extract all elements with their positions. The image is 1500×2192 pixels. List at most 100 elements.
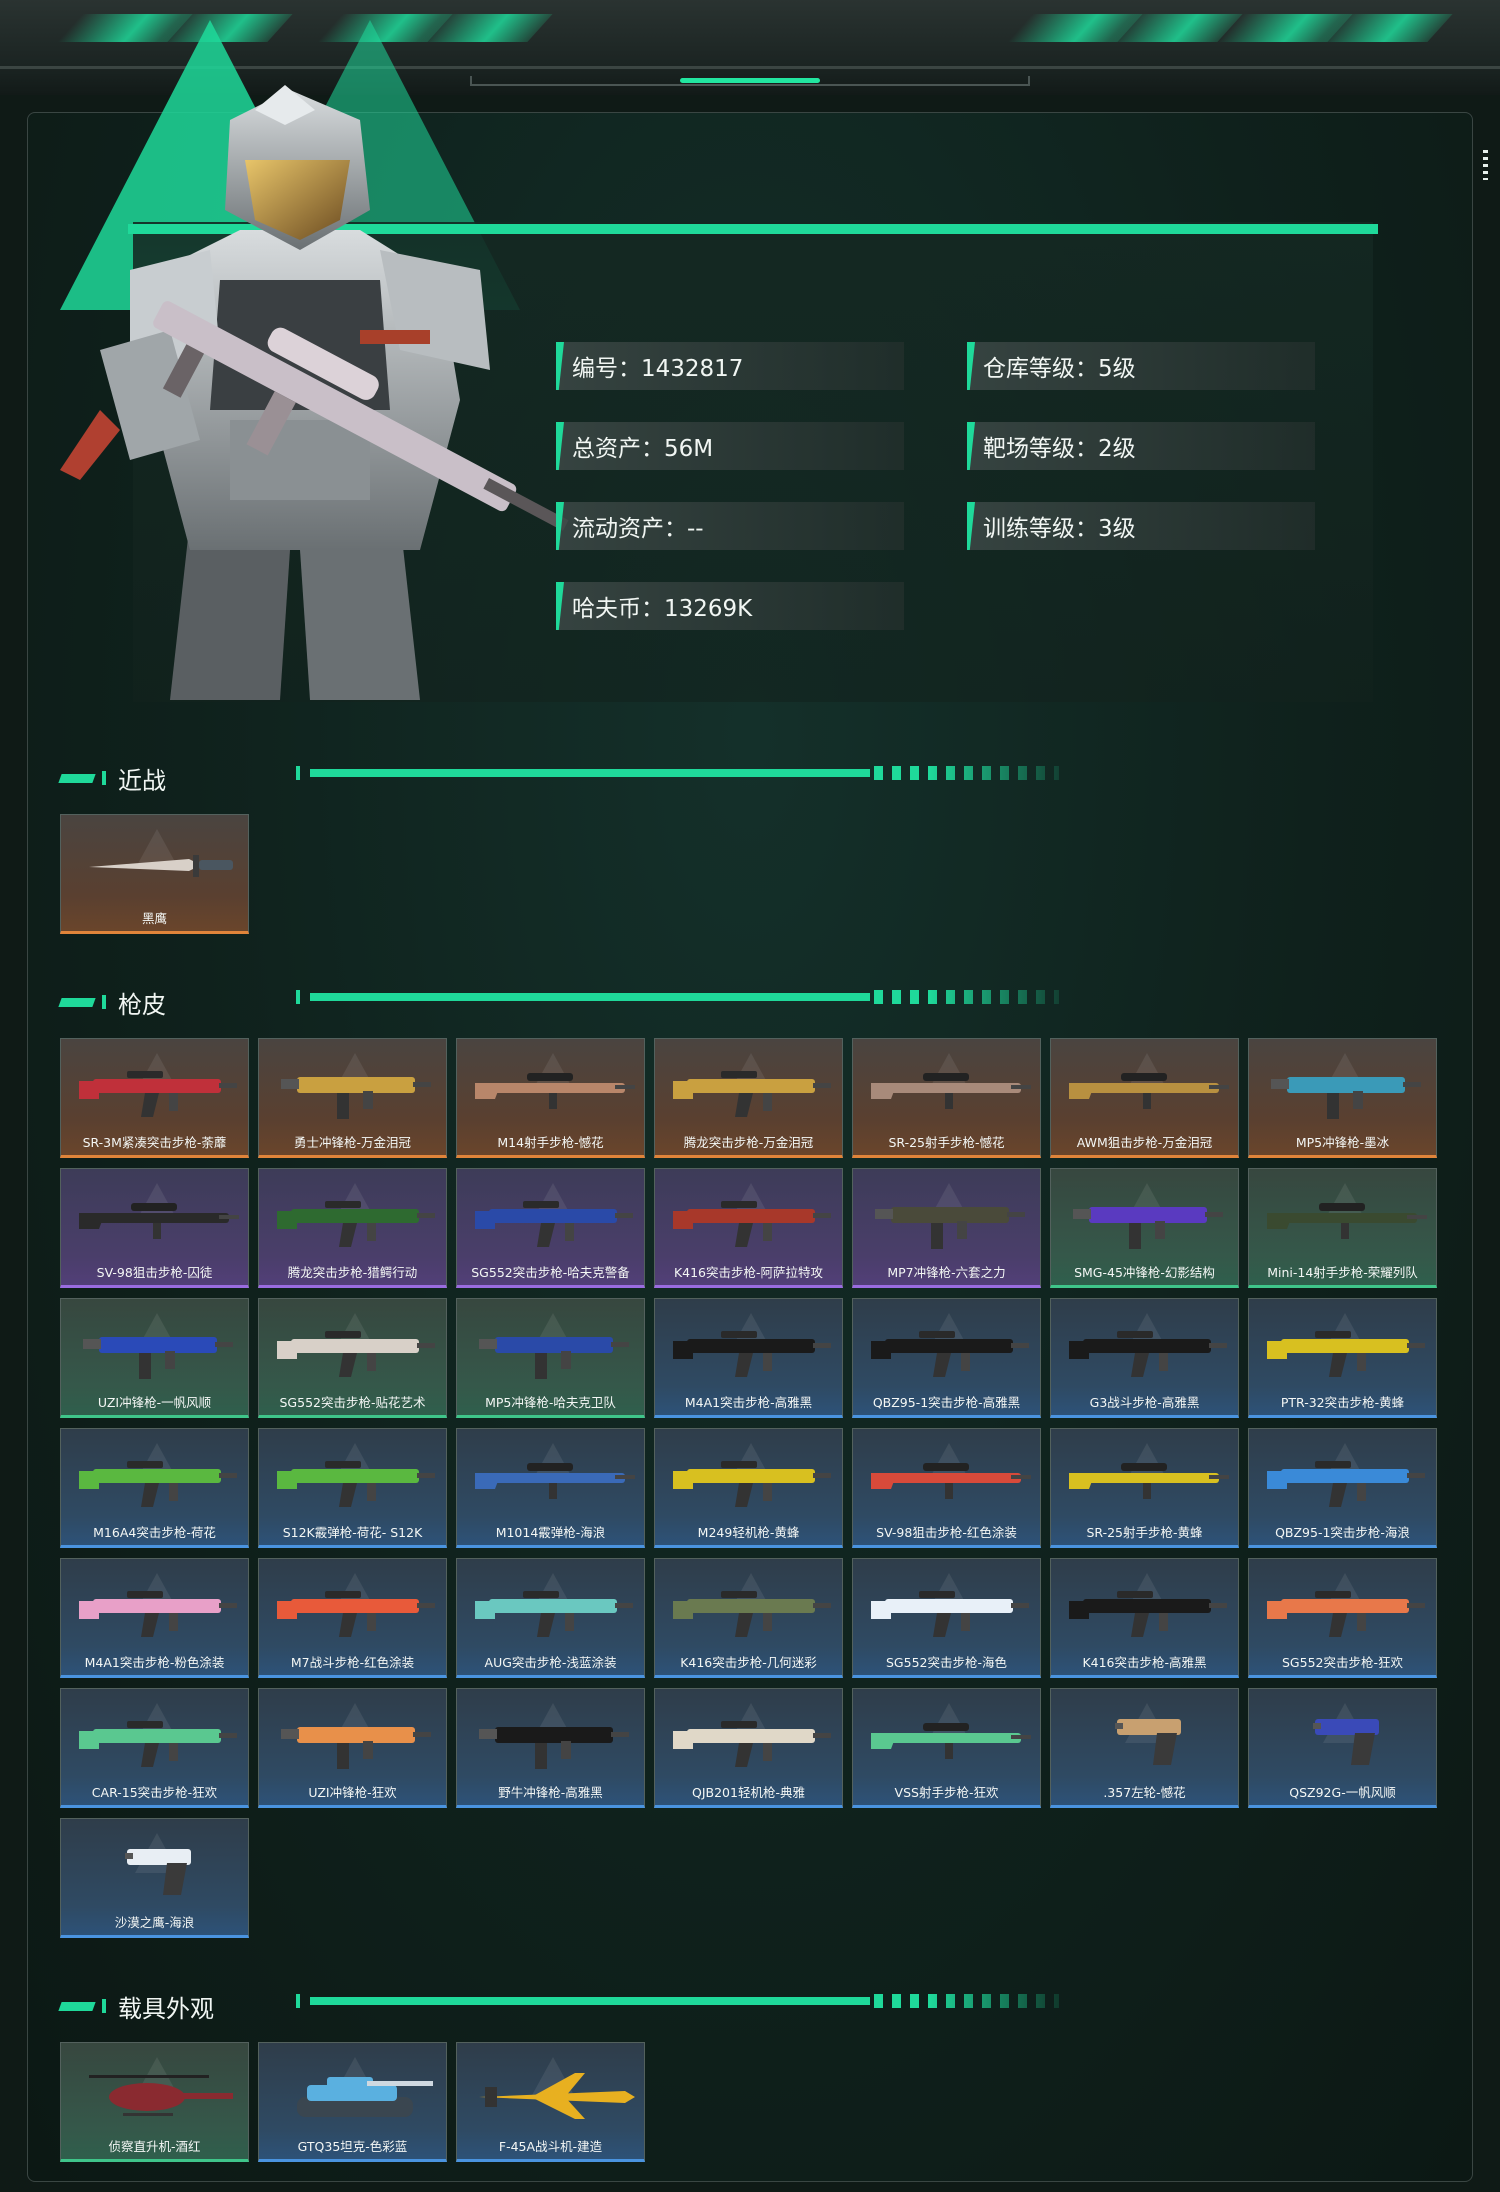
item-card[interactable]: Mini-14射手步枪-荣耀列队 — [1248, 1168, 1437, 1288]
banner-stripe — [1317, 14, 1453, 42]
section-marker — [102, 1999, 106, 2013]
knife-icon — [89, 855, 233, 877]
item-name: F-45A战斗机-建造 — [498, 2139, 603, 2154]
item-card[interactable]: MP5冲锋枪-哈夫克卫队 — [456, 1298, 645, 1418]
rifle-icon — [79, 1591, 237, 1637]
item-card[interactable]: 黑鹰 — [60, 814, 249, 934]
sniper-icon — [1069, 1073, 1229, 1109]
item-card[interactable]: QBZ95-1突击步枪-高雅黑 — [852, 1298, 1041, 1418]
item-card[interactable]: K416突击步枪-几何迷彩 — [654, 1558, 843, 1678]
sniper-icon — [79, 1203, 239, 1239]
item-card[interactable]: SR-3M紧凑突击步枪-荼蘼 — [60, 1038, 249, 1158]
item-card[interactable]: .357左轮-憾花 — [1050, 1688, 1239, 1808]
item-card[interactable]: MP7冲锋枪-六套之力 — [852, 1168, 1041, 1288]
item-card[interactable]: AUG突击步枪-浅蓝涂装 — [456, 1558, 645, 1678]
item-name: QBZ95-1突击步枪-海浪 — [1275, 1525, 1410, 1540]
rifle-icon — [277, 1331, 435, 1377]
item-name: 沙漠之鹰-海浪 — [114, 1915, 195, 1930]
item-card[interactable]: QSZ92G-一帆风顺 — [1248, 1688, 1437, 1808]
item-card[interactable]: UZI冲锋枪-一帆风顺 — [60, 1298, 249, 1418]
rifle-icon — [673, 1721, 831, 1767]
item-card[interactable]: 沙漠之鹰-海浪 — [60, 1818, 249, 1938]
item-name: M14射手步枪-憾花 — [497, 1135, 604, 1150]
item-card[interactable]: M4A1突击步枪-高雅黑 — [654, 1298, 843, 1418]
item-card[interactable]: MP5冲锋枪-墨冰 — [1248, 1038, 1437, 1158]
section-divider — [296, 1994, 1061, 2008]
item-card[interactable]: VSS射手步枪-狂欢 — [852, 1688, 1041, 1808]
item-card[interactable]: 勇士冲锋枪-万金泪冠 — [258, 1038, 447, 1158]
item-name: MP5冲锋枪-墨冰 — [1295, 1135, 1390, 1150]
item-name: MP5冲锋枪-哈夫克卫队 — [485, 1395, 616, 1410]
pistol-icon — [1313, 1719, 1379, 1765]
item-card[interactable]: PTR-32突击步枪-黄蜂 — [1248, 1298, 1437, 1418]
item-card[interactable]: M7战斗步枪-红色涂装 — [258, 1558, 447, 1678]
item-card[interactable]: SG552突击步枪-哈夫克警备 — [456, 1168, 645, 1288]
item-card[interactable]: M4A1突击步枪-粉色涂装 — [60, 1558, 249, 1678]
tank-icon — [297, 2077, 433, 2117]
item-card[interactable]: G3战斗步枪-高雅黑 — [1050, 1298, 1239, 1418]
item-card[interactable]: SR-25射手步枪-黄蜂 — [1050, 1428, 1239, 1548]
sniper-icon — [1069, 1463, 1229, 1499]
scroll-handle[interactable] — [1483, 150, 1488, 180]
item-card[interactable]: M249轻机枪-黄蜂 — [654, 1428, 843, 1548]
item-card[interactable]: S12K霰弹枪-荷花- S12K — [258, 1428, 447, 1548]
sniper-icon — [871, 1073, 1031, 1109]
item-name: SR-25射手步枪-黄蜂 — [1086, 1525, 1203, 1540]
item-card[interactable]: GTQ35坦克-色彩蓝 — [258, 2042, 447, 2162]
jet-icon — [479, 2073, 635, 2119]
item-card[interactable]: SG552突击步枪-海色 — [852, 1558, 1041, 1678]
section-header-gun-skins: 枪皮 — [58, 987, 166, 1019]
item-name: 侦察直升机-酒红 — [108, 2139, 201, 2154]
stat-total-assets: 总资产：56M — [556, 422, 904, 470]
item-card[interactable]: SV-98狙击步枪-囚徒 — [60, 1168, 249, 1288]
item-card[interactable]: 侦察直升机-酒红 — [60, 2042, 249, 2162]
item-card[interactable]: F-45A战斗机-建造 — [456, 2042, 645, 2162]
rifle-icon — [871, 1331, 1029, 1377]
item-card[interactable]: SV-98狙击步枪-红色涂装 — [852, 1428, 1041, 1548]
section-header-melee: 近战 — [58, 763, 166, 795]
rifle-icon — [1069, 1331, 1227, 1377]
item-card[interactable]: QBZ95-1突击步枪-海浪 — [1248, 1428, 1437, 1548]
item-card[interactable]: CAR-15突击步枪-狂欢 — [60, 1688, 249, 1808]
item-name: G3战斗步枪-高雅黑 — [1089, 1395, 1200, 1410]
item-card[interactable]: SR-25射手步枪-憾花 — [852, 1038, 1041, 1158]
stat-text: 流动资产：-- — [572, 516, 704, 542]
smg-icon — [875, 1207, 1025, 1249]
rifle-icon — [475, 1201, 633, 1247]
rifle-icon — [1069, 1591, 1227, 1637]
item-card[interactable]: AWM狙击步枪-万金泪冠 — [1050, 1038, 1239, 1158]
item-card[interactable]: SMG-45冲锋枪-幻影结构 — [1050, 1168, 1239, 1288]
item-card[interactable]: K416突击步枪-阿萨拉特攻 — [654, 1168, 843, 1288]
item-name: M7战斗步枪-红色涂装 — [290, 1655, 415, 1670]
item-card[interactable]: M1014霰弹枪-海浪 — [456, 1428, 645, 1548]
section-divider — [296, 766, 1061, 780]
item-card[interactable]: 腾龙突击步枪-万金泪冠 — [654, 1038, 843, 1158]
item-name: K416突击步枪-几何迷彩 — [680, 1655, 817, 1670]
item-name: SV-98狙击步枪-囚徒 — [96, 1265, 213, 1280]
item-card[interactable]: UZI冲锋枪-狂欢 — [258, 1688, 447, 1808]
item-name: CAR-15突击步枪-狂欢 — [91, 1785, 218, 1800]
smg-icon — [83, 1337, 233, 1379]
stat-haf-coin: 哈夫币：13269K — [556, 582, 904, 630]
item-card[interactable]: 野牛冲锋枪-高雅黑 — [456, 1688, 645, 1808]
item-name: M16A4突击步枪-荷花 — [93, 1525, 216, 1540]
item-name: VSS射手步枪-狂欢 — [894, 1785, 999, 1800]
item-name: QSZ92G-一帆风顺 — [1289, 1785, 1396, 1800]
item-name: SV-98狙击步枪-红色涂装 — [876, 1525, 1017, 1540]
stat-text: 训练等级：3级 — [983, 516, 1136, 542]
section-marker — [102, 995, 106, 1009]
item-name: SMG-45冲锋枪-幻影结构 — [1074, 1265, 1215, 1280]
sniper-icon — [871, 1463, 1031, 1499]
rifle-icon — [673, 1461, 831, 1507]
item-card[interactable]: SG552突击步枪-贴花艺术 — [258, 1298, 447, 1418]
item-card[interactable]: M14射手步枪-憾花 — [456, 1038, 645, 1158]
item-name: K416突击步枪-高雅黑 — [1082, 1655, 1207, 1670]
item-card[interactable]: K416突击步枪-高雅黑 — [1050, 1558, 1239, 1678]
item-card[interactable]: QJB201轻机枪-典雅 — [654, 1688, 843, 1808]
item-name: AUG突击步枪-浅蓝涂装 — [484, 1655, 617, 1670]
item-card[interactable]: 腾龙突击步枪-猎鳄行动 — [258, 1168, 447, 1288]
item-name: S12K霰弹枪-荷花- S12K — [282, 1525, 423, 1540]
item-card[interactable]: SG552突击步枪-狂欢 — [1248, 1558, 1437, 1678]
sniper-icon — [1267, 1203, 1427, 1239]
item-card[interactable]: M16A4突击步枪-荷花 — [60, 1428, 249, 1548]
